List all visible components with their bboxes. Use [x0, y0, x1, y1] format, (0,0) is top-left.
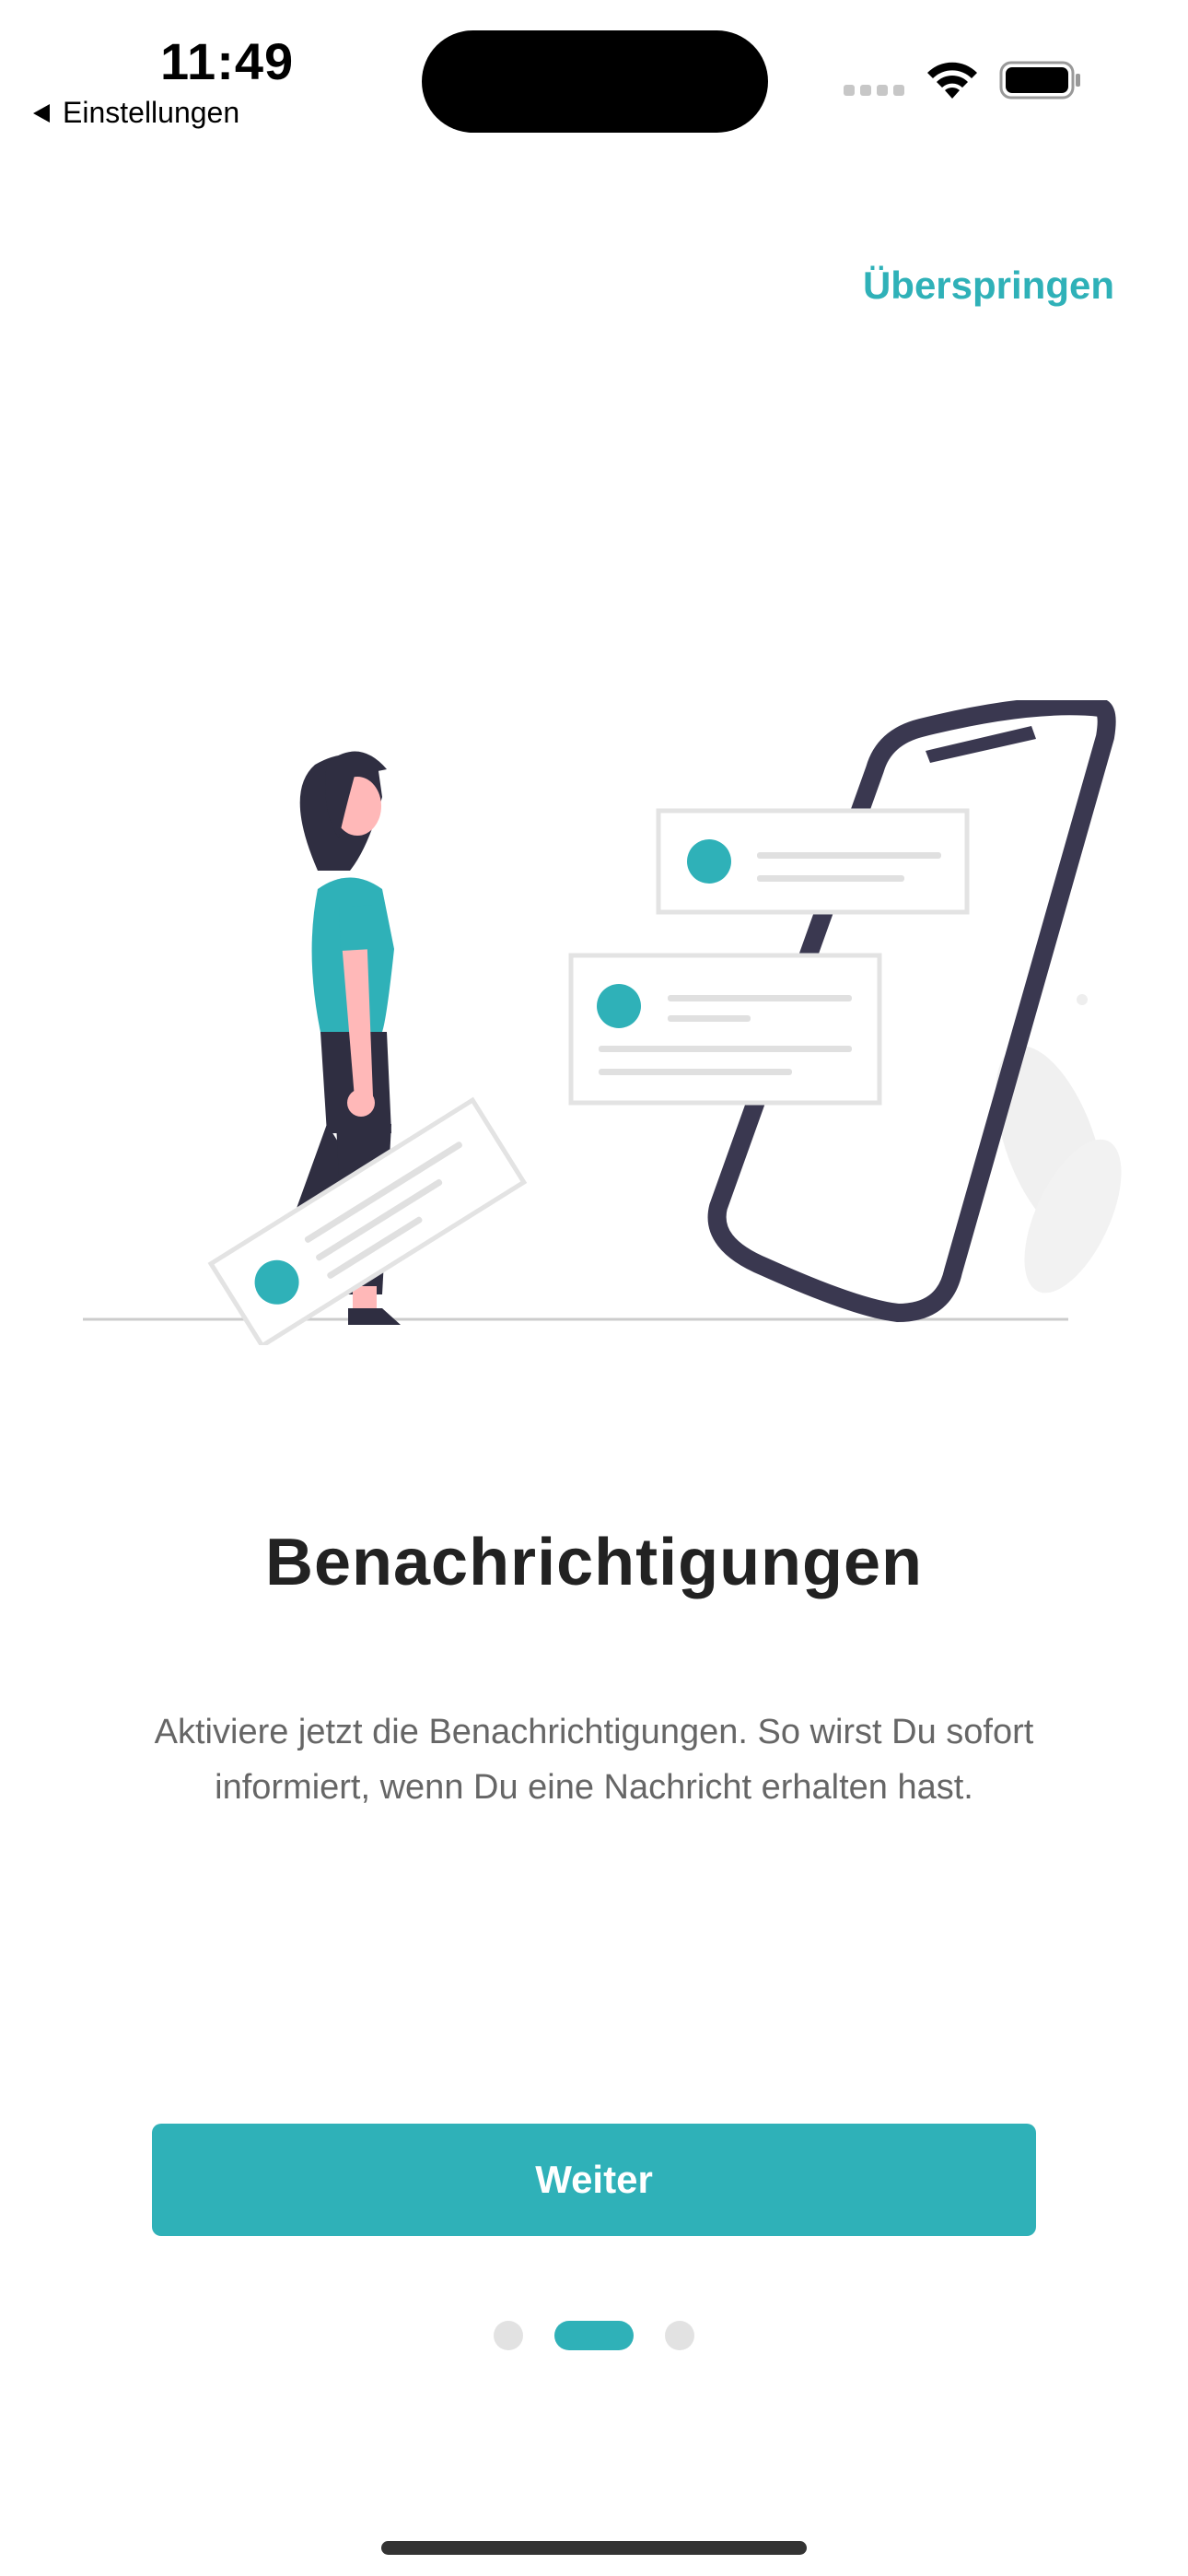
back-to-settings-link[interactable]: Einstellungen: [33, 96, 239, 130]
cellular-signal-icon: [844, 85, 904, 96]
page-dot-3[interactable]: [665, 2321, 694, 2350]
status-time: 11:49: [160, 32, 295, 90]
notification-card-icon: [656, 808, 970, 915]
page-indicator: [0, 2321, 1188, 2350]
wifi-icon: [927, 62, 977, 99]
onboarding-description: Aktiviere jetzt die Benachrichtigungen. …: [154, 1713, 1034, 1807]
page-dot-2[interactable]: [554, 2321, 634, 2350]
next-button-label: Weiter: [535, 2158, 653, 2201]
back-link-label: Einstellungen: [63, 96, 240, 129]
back-arrow-icon: [33, 103, 50, 123]
next-button[interactable]: Weiter: [152, 2124, 1036, 2236]
dynamic-island: [422, 30, 768, 133]
notification-card-icon: [568, 953, 882, 1106]
page-dot-1[interactable]: [494, 2321, 523, 2350]
notification-illustration: [83, 700, 1122, 1345]
battery-icon: [999, 61, 1080, 100]
home-indicator: [381, 2541, 807, 2555]
onboarding-title: Benachrichtigungen: [264, 1526, 924, 1599]
skip-button[interactable]: Überspringen: [863, 263, 1114, 308]
